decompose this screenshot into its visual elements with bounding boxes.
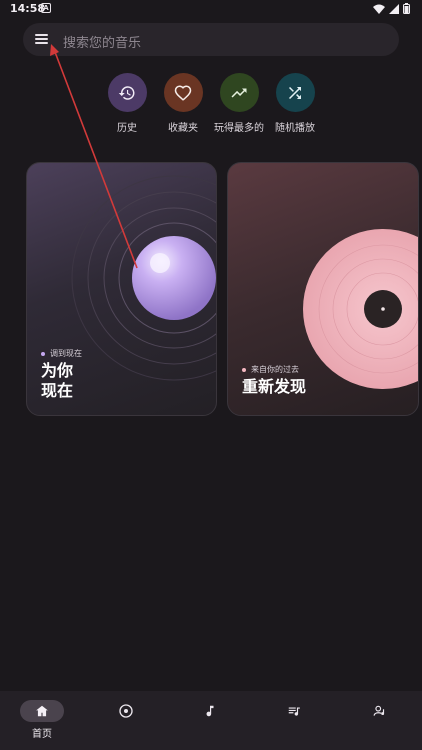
search-bar[interactable]: 搜索您的音乐 <box>23 23 399 56</box>
status-time: 14:58 <box>10 2 46 15</box>
nav-playlists[interactable] <box>264 700 324 722</box>
bottom-navigation: 首页 <box>0 691 422 750</box>
home-icon[interactable] <box>20 700 64 722</box>
tag-dot <box>41 351 45 356</box>
history-icon[interactable] <box>107 73 147 112</box>
trending-up-icon[interactable] <box>219 73 259 112</box>
card-title: 重新发现 <box>242 377 307 396</box>
quick-action-label: 玩得最多的 <box>214 123 264 134</box>
signal-icon <box>389 3 399 14</box>
shuffle-icon[interactable] <box>275 73 315 112</box>
nav-home[interactable]: 首页 <box>12 700 72 740</box>
card-tag: 来自你的过去 <box>242 364 299 375</box>
quick-action-label: 收藏夹 <box>168 123 198 134</box>
playlist-icon[interactable] <box>272 700 316 722</box>
quick-action-shuffle[interactable]: 随机播放 <box>265 73 325 134</box>
wifi-icon <box>373 4 385 14</box>
card-tag-text: 来自你的过去 <box>251 365 299 374</box>
nav-songs[interactable] <box>180 700 240 722</box>
card-tag-text: 调到现在 <box>50 349 82 358</box>
artist-icon[interactable] <box>358 700 402 722</box>
quick-action-favorites[interactable]: 收藏夹 <box>153 73 213 134</box>
status-bar: 14:58 A <box>0 0 422 18</box>
quick-action-label: 随机播放 <box>275 123 315 134</box>
album-icon[interactable] <box>104 700 148 722</box>
quick-action-history[interactable]: 历史 <box>97 73 157 134</box>
card-tag: 调到现在 <box>41 348 82 359</box>
battery-icon <box>403 3 410 14</box>
card-for-you-now[interactable]: 调到现在 为你 现在 <box>26 162 217 416</box>
heart-icon[interactable] <box>163 73 203 112</box>
music-note-icon[interactable] <box>188 700 232 722</box>
card-title: 为你 现在 <box>41 361 74 400</box>
menu-icon[interactable] <box>34 31 50 47</box>
notification-badge: A <box>41 3 51 13</box>
tag-dot <box>242 367 246 372</box>
status-icons <box>373 3 410 14</box>
nav-artists[interactable] <box>350 700 410 722</box>
nav-albums[interactable] <box>96 700 156 722</box>
card-rediscover[interactable]: 来自你的过去 重新发现 <box>227 162 419 416</box>
search-placeholder[interactable]: 搜索您的音乐 <box>63 32 141 51</box>
quick-action-label: 历史 <box>117 123 137 134</box>
quick-action-most-played[interactable]: 玩得最多的 <box>209 73 269 134</box>
nav-label: 首页 <box>32 729 52 740</box>
